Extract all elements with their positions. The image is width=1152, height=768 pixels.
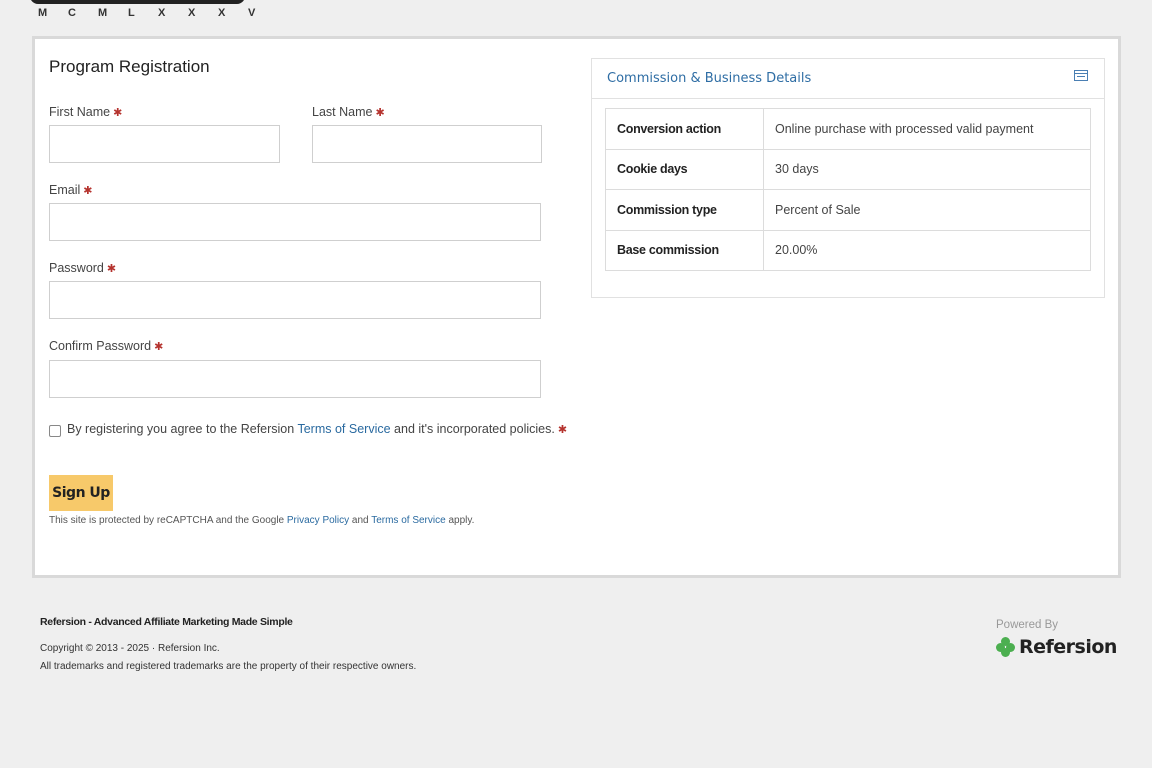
password-label: Password ✱ (49, 261, 117, 275)
privacy-policy-link[interactable]: Privacy Policy (287, 515, 349, 526)
sign-up-button[interactable]: Sign Up (49, 475, 113, 511)
panel-title: Commission & Business Details (607, 71, 812, 86)
required-icon: ✱ (557, 424, 568, 436)
panel-header: Commission & Business Details (592, 59, 1104, 99)
last-name-input[interactable] (312, 125, 542, 163)
refersion-brand-name: Refersion (1019, 636, 1117, 658)
confirm-password-field[interactable] (49, 360, 541, 398)
clover-icon (996, 637, 1016, 657)
details-table: Conversion action Online purchase with p… (605, 108, 1091, 271)
last-name-label: Last Name ✱ (312, 105, 385, 119)
required-icon: ✱ (375, 107, 385, 119)
row-value: 20.00% (763, 229, 1091, 271)
powered-by-label: Powered By (996, 619, 1059, 631)
table-row: Conversion action Online purchase with p… (605, 108, 1091, 150)
refersion-logo[interactable]: Refersion (996, 636, 1117, 658)
email-label: Email ✱ (49, 183, 93, 197)
row-value: 30 days (763, 148, 1091, 190)
form-title: Program Registration (49, 57, 210, 76)
terms-agreement-text: By registering you agree to the Refersio… (67, 422, 568, 436)
table-row: Base commission 20.00% (605, 229, 1091, 271)
email-field[interactable] (49, 203, 541, 241)
first-name-label: First Name ✱ (49, 105, 123, 119)
logo-graphic (30, 0, 245, 4)
brand-logo: M C M L X X X V (30, 0, 260, 22)
row-key: Commission type (605, 189, 764, 231)
terms-of-service-link[interactable]: Terms of Service (297, 422, 390, 436)
commission-details-panel: Commission & Business Details Conversion… (591, 58, 1105, 298)
required-icon: ✱ (83, 185, 93, 197)
window-icon (1074, 70, 1088, 81)
terms-checkbox[interactable] (49, 425, 61, 437)
row-key: Conversion action (605, 108, 764, 150)
footer-title: Refersion - Advanced Affiliate Marketing… (40, 616, 293, 628)
table-row: Cookie days 30 days (605, 148, 1091, 190)
confirm-password-label: Confirm Password ✱ (49, 339, 164, 353)
required-icon: ✱ (113, 107, 123, 119)
required-icon: ✱ (106, 263, 117, 275)
row-value: Online purchase with processed valid pay… (763, 108, 1091, 150)
row-key: Base commission (605, 229, 764, 271)
logo-letters: M C M L X X X V (38, 7, 256, 19)
recaptcha-terms-link[interactable]: Terms of Service (371, 515, 445, 526)
table-row: Commission type Percent of Sale (605, 189, 1091, 231)
registration-card: Program Registration First Name ✱ Last Na… (32, 36, 1121, 578)
password-field[interactable] (49, 281, 541, 319)
recaptcha-notice: This site is protected by reCAPTCHA and … (49, 515, 475, 526)
first-name-input[interactable] (49, 125, 280, 163)
row-key: Cookie days (605, 148, 764, 190)
footer-trademarks: All trademarks and registered trademarks… (40, 661, 417, 672)
required-icon: ✱ (154, 341, 164, 353)
row-value: Percent of Sale (763, 189, 1091, 231)
footer-copyright: Copyright © 2013 - 2025 · Refersion Inc. (40, 643, 220, 654)
